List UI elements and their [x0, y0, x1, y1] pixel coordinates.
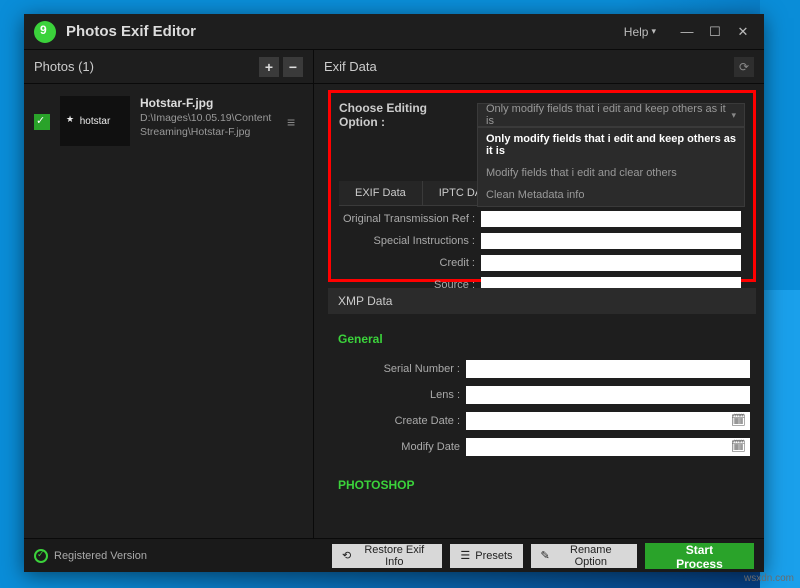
- start-process-button[interactable]: Start Process: [645, 543, 754, 569]
- general-subheader: General: [328, 328, 756, 356]
- create-date-input[interactable]: 🗓: [466, 412, 750, 430]
- field-label: Credit :: [327, 257, 475, 269]
- footer: Registered Version ⟲ Restore Exif Info ☰…: [24, 538, 764, 572]
- photo-menu-icon[interactable]: ≡: [287, 114, 303, 130]
- photos-count-label: Photos (1): [34, 59, 255, 74]
- refresh-button[interactable]: ⟳: [734, 57, 754, 77]
- modify-date-input[interactable]: 🗓: [466, 438, 750, 456]
- dropdown-list: Only modify fields that i edit and keep …: [477, 127, 745, 207]
- presets-button[interactable]: ☰ Presets: [450, 544, 522, 568]
- exif-panel-header: Exif Data ⟳: [314, 50, 764, 84]
- titlebar: Photos Exif Editor Help ▾ — ☐ ✕: [24, 14, 764, 50]
- photos-panel-header: Photos (1) + −: [24, 50, 313, 84]
- registered-label: Registered Version: [54, 550, 147, 562]
- app-body: Photos (1) + − ★ hotstar Hotstar-F.jpg D…: [24, 50, 764, 538]
- sliders-icon: ☰: [460, 549, 470, 562]
- check-circle-icon: [34, 549, 48, 563]
- photo-filename: Hotstar-F.jpg: [140, 96, 277, 110]
- start-label: Start Process: [676, 543, 723, 571]
- highlighted-region: Choose Editing Option : Only modify fiel…: [328, 90, 756, 282]
- dropdown-selected[interactable]: Only modify fields that i edit and keep …: [477, 103, 745, 127]
- field-label: Modify Date: [328, 441, 460, 453]
- dropdown-option[interactable]: Clean Metadata info: [478, 184, 744, 206]
- watermark: wsxdn.com: [744, 573, 794, 584]
- photo-list-item[interactable]: ★ hotstar Hotstar-F.jpg D:\Images\10.05.…: [24, 84, 313, 158]
- calendar-icon[interactable]: 🗓: [731, 439, 746, 453]
- remove-photo-button[interactable]: −: [283, 57, 303, 77]
- photo-thumbnail: ★ hotstar: [60, 96, 130, 146]
- minimize-button[interactable]: —: [676, 21, 698, 43]
- thumb-star-icon: ★: [66, 114, 74, 125]
- photo-path: D:\Images\10.05.19\Content Streaming\Hot…: [140, 112, 277, 139]
- add-photo-button[interactable]: +: [259, 57, 279, 77]
- field-row: Modify Date 🗓: [328, 434, 756, 460]
- dropdown-selected-text: Only modify fields that i edit and keep …: [486, 103, 731, 127]
- xmp-header: XMP Data: [328, 288, 756, 314]
- pencil-icon: ✎: [541, 549, 550, 562]
- field-row: Serial Number :: [328, 356, 756, 382]
- restore-icon: ⟲: [342, 549, 351, 562]
- photo-checkbox[interactable]: [34, 114, 50, 130]
- field-row: Create Date : 🗓: [328, 408, 756, 434]
- help-menu[interactable]: Help ▾: [624, 25, 656, 39]
- tab-exif[interactable]: EXIF Data: [339, 181, 423, 205]
- editing-option-label: Choose Editing Option :: [339, 101, 467, 129]
- field-row: Credit :: [327, 252, 745, 274]
- restore-label: Restore Exif Info: [356, 544, 432, 568]
- photoshop-subheader: PHOTOSHOP: [328, 474, 756, 502]
- editing-option-dropdown[interactable]: Only modify fields that i edit and keep …: [477, 103, 745, 127]
- field-input[interactable]: [481, 211, 741, 227]
- app-window: Photos Exif Editor Help ▾ — ☐ ✕ Photos (…: [24, 14, 764, 572]
- field-label: Create Date :: [328, 415, 460, 427]
- field-label: Special Instructions :: [327, 235, 475, 247]
- field-row: Special Instructions :: [327, 230, 745, 252]
- dropdown-option[interactable]: Only modify fields that i edit and keep …: [478, 128, 744, 162]
- xmp-section: XMP Data General Serial Number : Lens : …: [328, 288, 756, 538]
- maximize-button[interactable]: ☐: [704, 21, 726, 43]
- thumb-text: hotstar: [80, 116, 111, 127]
- field-row: Lens :: [328, 382, 756, 408]
- rename-option-button[interactable]: ✎ Rename Option: [531, 544, 637, 568]
- rename-label: Rename Option: [555, 544, 627, 568]
- exif-header-label: Exif Data: [324, 59, 734, 74]
- photo-meta: Hotstar-F.jpg D:\Images\10.05.19\Content…: [140, 96, 277, 139]
- help-label: Help: [624, 25, 649, 39]
- desktop-bg: [760, 0, 800, 588]
- lens-input[interactable]: [466, 386, 750, 404]
- field-label: Lens :: [328, 389, 460, 401]
- field-row: Original Transmission Ref :: [327, 208, 745, 230]
- app-logo-icon: [34, 21, 56, 43]
- app-title: Photos Exif Editor: [66, 23, 624, 40]
- registered-status: Registered Version: [34, 549, 324, 563]
- presets-label: Presets: [475, 550, 512, 562]
- field-label: Original Transmission Ref :: [327, 213, 475, 225]
- exif-body: Choose Editing Option : Only modify fiel…: [314, 84, 764, 538]
- photos-panel: Photos (1) + − ★ hotstar Hotstar-F.jpg D…: [24, 50, 314, 538]
- iptc-fields: Original Transmission Ref : Special Inst…: [327, 208, 745, 296]
- field-input[interactable]: [481, 233, 741, 249]
- field-input[interactable]: [481, 255, 741, 271]
- field-label: Serial Number :: [328, 363, 460, 375]
- exif-panel: Exif Data ⟳ Choose Editing Option : Only…: [314, 50, 764, 538]
- close-button[interactable]: ✕: [732, 21, 754, 43]
- serial-input[interactable]: [466, 360, 750, 378]
- restore-exif-button[interactable]: ⟲ Restore Exif Info: [332, 544, 442, 568]
- calendar-icon[interactable]: 🗓: [731, 413, 746, 427]
- chevron-down-icon: ▾: [731, 110, 736, 121]
- chevron-down-icon: ▾: [651, 26, 656, 37]
- editing-option-row: Choose Editing Option : Only modify fiel…: [339, 101, 745, 129]
- dropdown-option[interactable]: Modify fields that i edit and clear othe…: [478, 162, 744, 184]
